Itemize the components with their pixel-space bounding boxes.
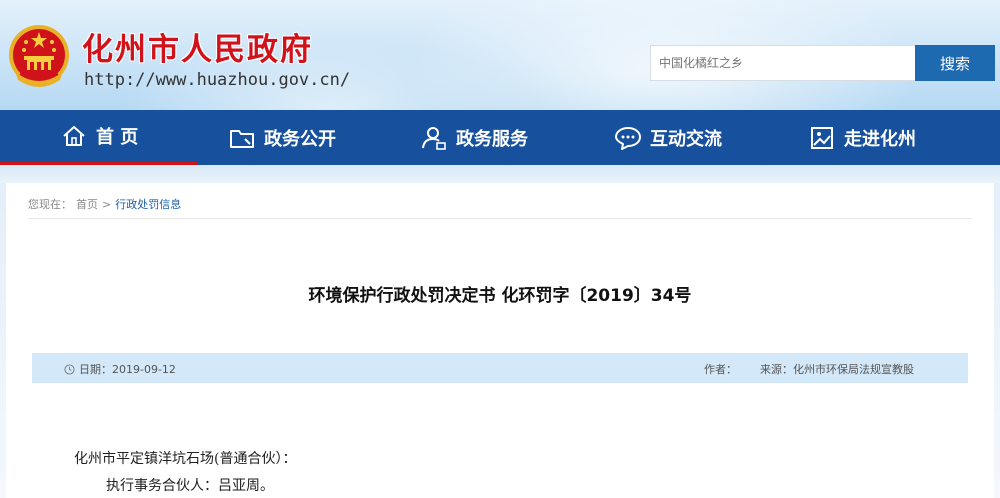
main-nav: 首 页 政务公开 政务服务 互动交流 走进化州 bbox=[0, 110, 1000, 165]
article-source-label: 来源： bbox=[760, 363, 793, 376]
nav-item-label: 政务服务 bbox=[456, 128, 528, 150]
site-url: http://www.huazhou.gov.cn/ bbox=[84, 70, 351, 90]
user-service-icon bbox=[422, 126, 446, 150]
article-author-label: 作者： bbox=[704, 363, 737, 376]
nav-item-about-huazhou[interactable]: 走进化州 bbox=[808, 110, 916, 165]
article-paragraph: 化州市平定镇洋坑石场(普通合伙）： bbox=[74, 451, 297, 467]
picture-card-icon bbox=[811, 126, 833, 149]
content-top-band bbox=[0, 165, 1000, 183]
nav-item-interaction[interactable]: 互动交流 bbox=[614, 110, 722, 165]
chat-bubble-icon bbox=[615, 126, 641, 150]
article-source: 来源：化州市环保局法规宣教股 bbox=[760, 361, 914, 377]
article-date-label: 日期： bbox=[79, 363, 112, 376]
site-header: 化州市人民政府 http://www.huazhou.gov.cn/ 搜索 bbox=[0, 0, 1000, 110]
article-date-value: 2019-09-12 bbox=[112, 362, 176, 376]
article-source-value: 化州市环保局法规宣教股 bbox=[793, 363, 914, 376]
clock-icon bbox=[64, 363, 75, 375]
nav-item-label: 走进化州 bbox=[844, 128, 916, 150]
nav-item-government-services[interactable]: 政务服务 bbox=[420, 110, 528, 165]
article-title: 环境保护行政处罚决定书 化环罚字〔2019〕34号 bbox=[308, 286, 692, 306]
home-icon bbox=[63, 126, 85, 146]
breadcrumb-prefix: 您现在： bbox=[28, 198, 72, 211]
nav-item-label: 互动交流 bbox=[650, 128, 722, 150]
search-input[interactable] bbox=[650, 45, 916, 81]
national-emblem-icon[interactable] bbox=[6, 22, 72, 92]
breadcrumb-separator: > bbox=[102, 197, 112, 211]
folder-icon bbox=[230, 129, 254, 148]
site-title[interactable]: 化州市人民政府 bbox=[82, 24, 313, 69]
nav-item-government-affairs[interactable]: 政务公开 bbox=[228, 110, 336, 165]
content-side-band-right bbox=[994, 183, 1000, 498]
breadcrumb-home-link[interactable]: 首页 bbox=[76, 196, 98, 212]
content-side-band-left bbox=[0, 183, 6, 498]
breadcrumb: 您现在： 首页 > 行政处罚信息 bbox=[28, 196, 181, 212]
breadcrumb-current-link[interactable]: 行政处罚信息 bbox=[115, 196, 181, 212]
search-button[interactable]: 搜索 bbox=[915, 45, 995, 81]
article-date: 日期： 2019-09-12 bbox=[64, 361, 176, 377]
nav-item-label: 政务公开 bbox=[264, 128, 336, 150]
breadcrumb-divider bbox=[28, 218, 972, 219]
article-paragraph: 执行事务合伙人：吕亚周。 bbox=[106, 478, 274, 494]
article-body: 化州市平定镇洋坑石场(普通合伙）： 执行事务合伙人：吕亚周。 bbox=[74, 450, 296, 498]
nav-item-home[interactable]: 首 页 bbox=[0, 110, 198, 165]
article-meta-bar: 日期： 2019-09-12 作者： 来源：化州市环保局法规宣教股 bbox=[32, 353, 968, 383]
nav-item-label: 首 页 bbox=[96, 127, 139, 148]
